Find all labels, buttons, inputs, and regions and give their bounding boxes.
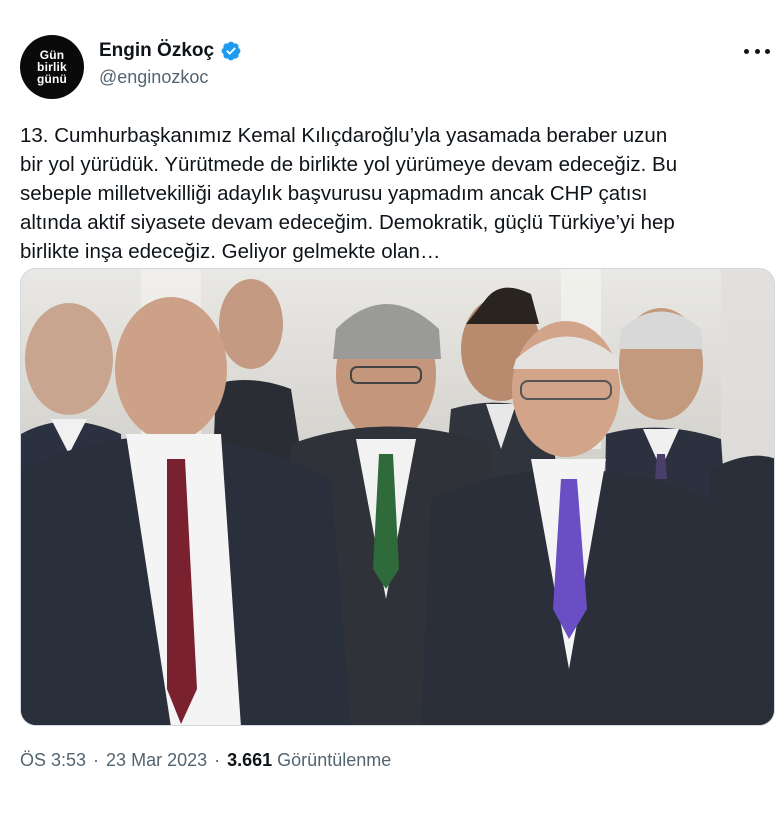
views-count: 3.661: [227, 750, 273, 770]
avatar[interactable]: Gün birlik günü: [20, 35, 84, 99]
verified-badge-icon: [220, 40, 242, 62]
meta-separator: ·: [214, 750, 221, 770]
tweet-date[interactable]: 23 Mar 2023: [106, 750, 207, 771]
tweet-time[interactable]: ÖS 3:53: [20, 750, 86, 771]
tweet: Gün birlik günü Engin Özkoç @enginozkoc …: [0, 0, 784, 818]
author-handle[interactable]: @enginozkoc: [99, 67, 208, 88]
more-horizontal-icon[interactable]: [744, 40, 770, 62]
author-name-row: Engin Özkoç: [99, 40, 242, 62]
tweet-photo[interactable]: [20, 268, 775, 726]
views-label: Görüntülenme: [277, 750, 392, 770]
meta-separator: ·: [93, 750, 100, 770]
tweet-meta: ÖS 3:53 · 23 Mar 2023 · 3.661 Görüntülen…: [20, 750, 391, 771]
tweet-text: 13. Cumhurbaşkanımız Kemal Kılıçdaroğlu’…: [20, 124, 678, 263]
person-far-right: [706, 455, 774, 725]
avatar-text-line-3: günü: [36, 72, 68, 86]
author-display-name[interactable]: Engin Özkoç: [99, 40, 214, 62]
